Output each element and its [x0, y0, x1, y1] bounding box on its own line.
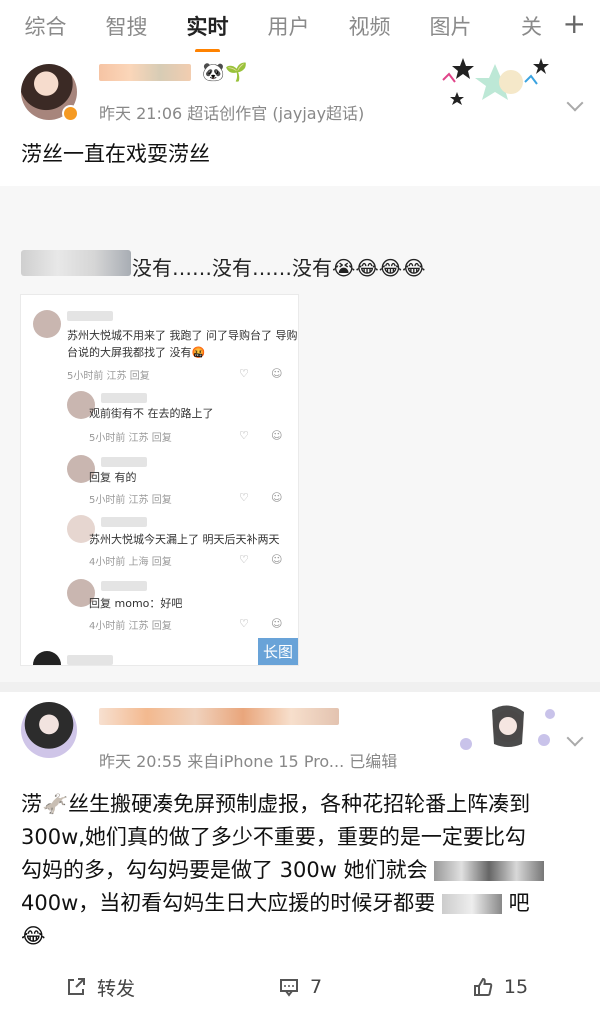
channel-tabs: 综合 智搜 实时 用户 视频 图片 关 +: [0, 0, 600, 53]
repost-label: 转发: [96, 977, 135, 1000]
username-blurred[interactable]: [99, 708, 339, 725]
tab-yonghu[interactable]: 用户: [248, 11, 329, 41]
tab-shipin[interactable]: 视频: [329, 11, 410, 41]
verified-badge-icon: [62, 105, 79, 122]
comment-count: 7: [309, 976, 323, 998]
card-decoration-icon: [460, 705, 555, 750]
post-card-2: 昨天 20:55 来自iPhone 15 Pro... 已编辑 涝🫏丝生搬硬凑免…: [0, 692, 600, 1020]
screenshot-image[interactable]: 苏州大悦城不用来了 我跑了 问了导购台了 导购台说的大屏我都找了 没有🤬 5小时…: [20, 294, 299, 666]
tab-tupian[interactable]: 图片: [410, 11, 491, 41]
post-card-1: 🐼 🌱 昨天 21:06 超话创作官 (jayjay超话) 涝丝一直在戏耍涝丝 …: [0, 52, 600, 720]
repost-button[interactable]: 转发: [0, 962, 200, 1012]
chevron-down-icon[interactable]: [566, 94, 584, 112]
comment-button[interactable]: 7: [200, 962, 400, 1012]
username-blurred[interactable]: [99, 64, 191, 81]
card-decoration-icon: [442, 58, 549, 105]
post-time-source: 昨天 21:06 超话创作官 (jayjay超话): [99, 104, 365, 123]
share-icon: [67, 978, 85, 995]
like-count: 15: [503, 976, 529, 998]
post-text: 涝🫏丝生搬硬凑免屏预制虚报，各种花招轮番上阵凑到 300w,她们真的做了多少不重…: [0, 788, 600, 953]
panda-icon: 🐼: [202, 62, 225, 83]
post-text: 涝丝一直在戏耍涝丝: [21, 142, 210, 166]
tab-zhisou[interactable]: 智搜: [86, 11, 167, 41]
post-time-source: 昨天 20:55 来自iPhone 15 Pro... 已编辑: [99, 752, 398, 771]
long-image-badge: 长图: [257, 638, 298, 665]
repost-author-blurred[interactable]: [21, 250, 131, 276]
add-tab-button[interactable]: +: [563, 7, 586, 40]
tab-shishi[interactable]: 实时: [167, 11, 248, 53]
like-button[interactable]: 15: [400, 962, 600, 1012]
tab-zonghe[interactable]: 综合: [5, 11, 86, 41]
tab-guan[interactable]: 关: [491, 11, 572, 41]
action-bar: 转发 7 15: [0, 962, 600, 1012]
comment-icon: [279, 979, 298, 997]
avatar[interactable]: [21, 702, 77, 758]
chevron-down-icon[interactable]: [566, 729, 584, 747]
thumbs-up-icon: [473, 977, 493, 996]
repost-text: 没有……没有……没有😭😂😂😂: [132, 256, 426, 280]
sprout-icon: 🌱: [225, 62, 248, 83]
